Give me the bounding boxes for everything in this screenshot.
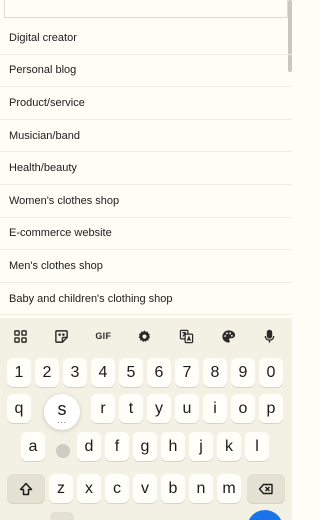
more-keys-indicator: ... [57, 416, 67, 425]
backspace-icon [258, 483, 273, 494]
key-4[interactable]: 4 [91, 358, 115, 387]
shift-arrow-icon [19, 482, 33, 495]
key-0[interactable]: 0 [259, 358, 283, 387]
list-item[interactable]: Baby and children's clothing shop [0, 283, 292, 316]
list-item[interactable]: Women's clothes shop [0, 185, 292, 218]
key-b[interactable]: b [161, 474, 185, 503]
gif-icon[interactable]: GIF [93, 326, 113, 346]
key-u[interactable]: u [175, 394, 199, 423]
key-m[interactable]: m [217, 474, 241, 503]
shift-key[interactable] [7, 474, 45, 503]
key-3[interactable]: 3 [63, 358, 87, 387]
key-r[interactable]: r [91, 394, 115, 423]
key-l[interactable]: l [245, 432, 269, 461]
key-5[interactable]: 5 [119, 358, 143, 387]
key-9[interactable]: 9 [231, 358, 255, 387]
key-1[interactable]: 1 [7, 358, 31, 387]
key-k[interactable]: k [217, 432, 241, 461]
touch-indicator [56, 444, 70, 458]
key-j[interactable]: j [189, 432, 213, 461]
category-list: Digital creator Personal blog Product/se… [0, 22, 292, 316]
key-t[interactable]: t [119, 394, 143, 423]
key-2[interactable]: 2 [35, 358, 59, 387]
letter-row-2: a d f g h j k l [0, 432, 292, 462]
key-6[interactable]: 6 [147, 358, 171, 387]
number-row: 1 2 3 4 5 6 7 8 9 0 [0, 358, 292, 388]
key-7[interactable]: 7 [175, 358, 199, 387]
microphone-icon[interactable] [260, 326, 280, 346]
list-item[interactable]: Men's clothes shop [0, 250, 292, 283]
key-q[interactable]: q [7, 394, 31, 423]
list-item[interactable]: Health/beauty [0, 152, 292, 185]
key-n[interactable]: n [189, 474, 213, 503]
key-d[interactable]: d [77, 432, 101, 461]
on-screen-keyboard: GIF 1 2 3 4 5 6 7 8 9 0 q r t y u i o p … [0, 318, 292, 520]
key-y[interactable]: y [147, 394, 171, 423]
key-v[interactable]: v [133, 474, 157, 503]
translate-icon[interactable] [177, 326, 197, 346]
letter-row-3: z x c v b n m [0, 474, 292, 504]
apps-grid-icon[interactable] [10, 326, 30, 346]
symbols-key[interactable] [50, 512, 74, 520]
key-i[interactable]: i [203, 394, 227, 423]
category-search-input[interactable] [4, 0, 288, 18]
settings-gear-icon[interactable] [135, 326, 155, 346]
list-item[interactable]: E-commerce website [0, 218, 292, 251]
sticker-icon[interactable] [52, 326, 72, 346]
list-item[interactable]: Musician/band [0, 120, 292, 153]
palette-icon[interactable] [218, 326, 238, 346]
screen: Digital creator Personal blog Product/se… [0, 0, 292, 520]
key-x[interactable]: x [77, 474, 101, 503]
key-8[interactable]: 8 [203, 358, 227, 387]
key-preview-popup: s ... [44, 394, 80, 430]
key-p[interactable]: p [259, 394, 283, 423]
key-o[interactable]: o [231, 394, 255, 423]
keyboard-toolbar: GIF [0, 318, 292, 354]
key-c[interactable]: c [105, 474, 129, 503]
key-z[interactable]: z [49, 474, 73, 503]
gif-label: GIF [95, 331, 112, 341]
list-item[interactable]: Digital creator [0, 22, 292, 55]
key-g[interactable]: g [133, 432, 157, 461]
key-h[interactable]: h [161, 432, 185, 461]
list-item[interactable]: Personal blog [0, 55, 292, 88]
backspace-key[interactable] [247, 474, 285, 503]
key-a[interactable]: a [21, 432, 45, 461]
list-item[interactable]: Product/service [0, 87, 292, 120]
key-f[interactable]: f [105, 432, 129, 461]
